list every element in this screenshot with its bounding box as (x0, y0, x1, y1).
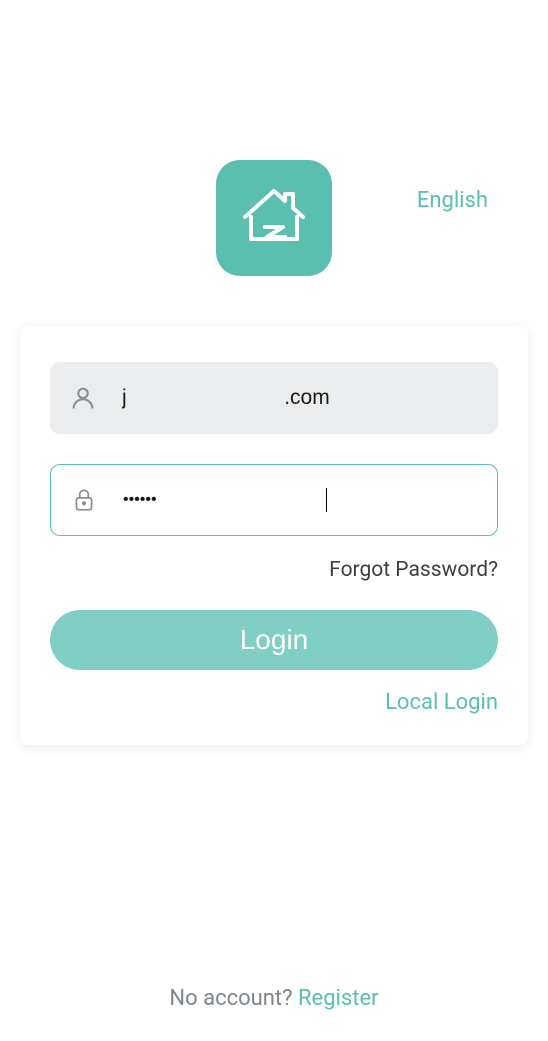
lock-icon (69, 487, 99, 513)
username-input[interactable] (122, 386, 480, 410)
local-login-row: Local Login (50, 690, 498, 715)
forgot-password-row: Forgot Password? (50, 558, 498, 582)
house-icon (237, 179, 311, 257)
register-prompt: No account? (169, 986, 298, 1011)
person-icon (68, 384, 98, 412)
login-button[interactable]: Login (50, 610, 498, 670)
language-label: English (417, 188, 488, 213)
login-card: Forgot Password? Login Local Login (20, 326, 528, 745)
forgot-password-link[interactable]: Forgot Password? (329, 558, 498, 582)
local-login-link[interactable]: Local Login (385, 690, 498, 715)
language-selector[interactable]: English (417, 188, 488, 213)
logo-container (0, 160, 548, 276)
app-logo (216, 160, 332, 276)
username-row[interactable] (50, 362, 498, 434)
password-input[interactable] (123, 491, 330, 509)
register-row: No account? Register (0, 986, 548, 1011)
register-link[interactable]: Register (298, 986, 379, 1011)
text-cursor (326, 488, 327, 512)
password-row[interactable] (50, 464, 498, 536)
